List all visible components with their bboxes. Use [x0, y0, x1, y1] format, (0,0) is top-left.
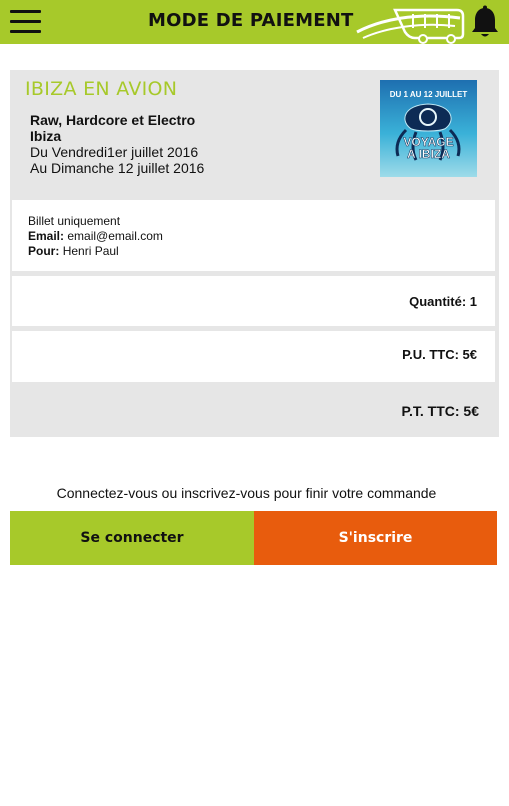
event-date-from: Du Vendredi1er juillet 2016 [30, 144, 199, 160]
event-date-to: Au Dimanche 12 juillet 2016 [30, 160, 205, 176]
total-price-text: P.T. TTC: 5€ [401, 403, 479, 419]
order-card: IBIZA EN AVION Raw, Hardcore et Electro … [10, 70, 499, 437]
quantity-text: Quantité: 1 [409, 294, 477, 309]
for-label: Pour: [28, 244, 60, 258]
ticket-email: Email: email@email.com [28, 229, 163, 243]
ticket-holder: Pour: Henri Paul [28, 244, 119, 258]
ticket-info-panel: Billet uniquement Email: email@email.com… [12, 200, 495, 271]
for-value: Henri Paul [62, 244, 119, 258]
svg-text:A IBIZA: A IBIZA [407, 147, 450, 161]
auth-message: Connectez-vous ou inscrivez-vous pour fi… [56, 485, 437, 501]
event-subtitle: Raw, Hardcore et Electro Ibiza [30, 112, 196, 144]
svg-text:DU 1 AU 12 JUILLET: DU 1 AU 12 JUILLET [390, 90, 468, 99]
event-title: IBIZA EN AVION [25, 78, 178, 100]
bell-icon[interactable] [470, 5, 500, 39]
email-value: email@email.com [67, 229, 163, 243]
unit-price-text: P.U. TTC: 5€ [402, 347, 477, 362]
login-button[interactable]: Se connecter [10, 511, 254, 565]
email-label: Email: [28, 229, 65, 243]
app-header: MODE DE PAIEMENT [0, 0, 509, 44]
event-poster-image: DU 1 AU 12 JUILLET VOYAGE A IBIZA [380, 80, 477, 177]
register-button[interactable]: S'inscrire [254, 511, 497, 565]
hamburger-menu-icon[interactable] [10, 10, 41, 34]
unit-price-panel: P.U. TTC: 5€ [12, 331, 495, 382]
ticket-type: Billet uniquement [28, 214, 121, 228]
page-title: MODE DE PAIEMENT [148, 10, 354, 31]
quantity-panel: Quantité: 1 [12, 276, 495, 326]
bus-logo-icon [356, 8, 465, 44]
